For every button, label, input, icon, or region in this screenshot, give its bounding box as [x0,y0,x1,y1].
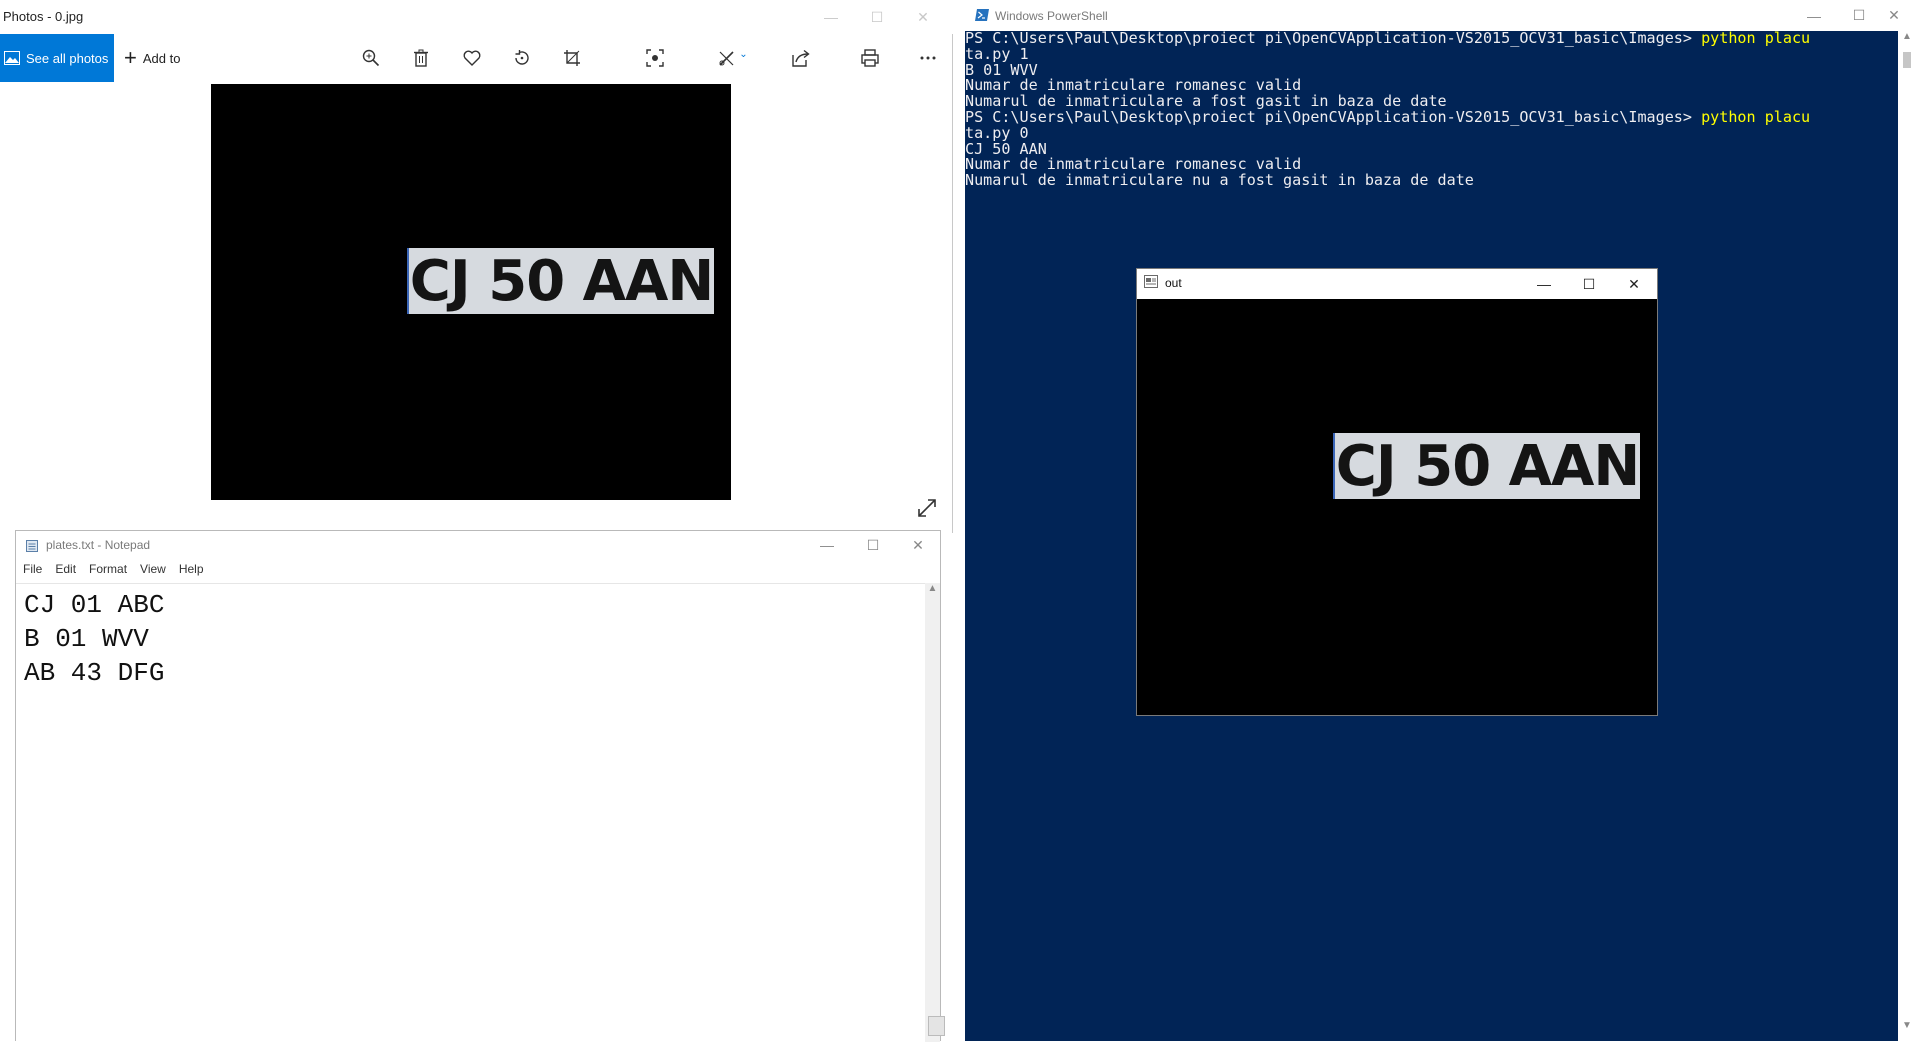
menu-edit[interactable]: Edit [48,559,82,581]
menu-help[interactable]: Help [172,559,210,581]
notepad-vertical-scrollbar[interactable] [925,583,940,1042]
add-to-label: Add to [142,50,181,66]
see-all-photos-label: See all photos [26,50,109,66]
maximize-icon: ☐ [870,8,884,25]
photos-title-bar[interactable]: Photos - 0.jpg — ☐ ✕ [0,0,953,34]
notepad-resize-grip[interactable] [928,1016,945,1036]
console-prompt: PS C:\Users\Paul\Desktop\proiect pi\Open… [965,29,1702,47]
out-minimize-button[interactable]: — [1521,269,1567,299]
powershell-window-title: Windows PowerShell [995,9,1108,23]
minimize-icon: — [820,537,834,553]
powershell-close-button[interactable]: ✕ [1871,0,1917,31]
window-app-icon [1144,275,1158,288]
more-icon[interactable] [915,45,941,71]
scroll-down-arrow-icon[interactable]: ▼ [1900,1020,1914,1038]
minimize-icon: — [1807,7,1821,24]
delete-icon[interactable] [408,45,434,71]
out-image [1137,299,1657,715]
console-line: PS C:\Users\Paul\Desktop\proiect pi\Open… [965,29,1895,47]
console-command: python placu [1701,29,1811,47]
console-prompt: PS C:\Users\Paul\Desktop\proiect pi\Open… [965,107,1702,126]
rotate-icon[interactable] [509,45,535,71]
close-icon: ✕ [917,8,929,25]
enhance-icon[interactable] [642,45,668,71]
notepad-title-bar[interactable]: plates.txt - Notepad — ☐ ✕ [16,531,940,559]
edit-create-button[interactable]: ⌄ [713,45,753,71]
console-line: Numarul de inmatriculare nu a fost gasit… [965,171,1474,190]
powershell-vertical-scrollbar[interactable] [1898,31,1917,1041]
favorite-icon[interactable] [459,45,485,71]
powershell-minimize-button[interactable]: — [1791,0,1837,31]
print-icon[interactable] [857,45,883,71]
menu-format[interactable]: Format [82,559,133,581]
out-maximize-button[interactable]: ☐ [1566,269,1612,299]
scroll-up-arrow-icon[interactable]: ▲ [1900,31,1914,49]
license-plate-image: CJ 50 AAN [1333,433,1640,499]
text-line: CJ 01 ABC [24,590,165,620]
scroll-up-arrow-icon[interactable]: ▲ [925,583,940,599]
notepad-maximize-button[interactable]: ☐ [850,531,896,559]
console-command: python placu [1701,107,1811,126]
menu-view[interactable]: View [133,559,172,581]
maximize-button[interactable]: ☐ [854,0,900,34]
chevron-down-icon: ⌄ [739,48,748,60]
close-icon: ✕ [1628,275,1640,292]
powershell-title-bar[interactable]: Windows PowerShell — ☐ ✕ [965,0,1917,31]
out-window-title: out [1165,276,1182,290]
photos-icon [4,51,20,65]
close-button[interactable]: ✕ [900,0,946,34]
plus-icon: + [124,45,137,70]
maximize-icon: ☐ [866,536,880,553]
license-plate-image: CJ 50 AAN [407,248,714,314]
notepad-content: CJ 01 ABC B 01 WVV AB 43 DFG [24,588,164,690]
see-all-photos-button[interactable]: See all photos [0,34,114,82]
minimize-button[interactable]: — [808,0,854,34]
notepad-close-button[interactable]: ✕ [895,531,941,559]
powershell-icon [975,9,989,21]
console-line: PS C:\Users\Paul\Desktop\proiect pi\Open… [965,107,1895,126]
edit-icon [719,51,734,66]
photos-window: Photos - 0.jpg — ☐ ✕ See all photos + Ad… [0,0,953,533]
notepad-menu-bar: File Edit Format View Help [16,559,940,581]
console-line: ta.py 1 [965,44,1029,63]
maximize-icon: ☐ [1582,275,1596,292]
crop-icon[interactable] [559,45,585,71]
console-line: ta.py 0 [965,123,1029,142]
menu-file[interactable]: File [16,559,48,581]
add-to-button[interactable]: + Add to [124,34,180,82]
fullscreen-icon[interactable] [916,497,938,519]
notepad-minimize-button[interactable]: — [804,531,850,559]
notepad-window-title: plates.txt - Notepad [46,538,151,552]
share-icon[interactable] [788,45,814,71]
close-icon: ✕ [912,536,924,553]
text-line: AB 43 DFG [24,658,165,688]
zoom-icon[interactable] [358,45,384,71]
minimize-icon: — [824,9,838,25]
minimize-icon: — [1537,276,1551,292]
maximize-icon: ☐ [1852,7,1866,23]
text-line: B 01 WVV [24,624,149,654]
notepad-text-area[interactable]: CJ 01 ABC B 01 WVV AB 43 DFG [16,583,929,1042]
scrollbar-thumb[interactable] [1903,52,1911,68]
powershell-console-output[interactable]: PS C:\Users\Paul\Desktop\proiect pi\Open… [965,29,1895,190]
out-close-button[interactable]: ✕ [1611,269,1657,299]
close-icon: ✕ [1888,7,1900,23]
notepad-icon [26,540,38,552]
photos-window-title: Photos - 0.jpg [3,9,84,24]
notepad-window: plates.txt - Notepad — ☐ ✕ File Edit For… [15,530,941,1042]
out-window: out — ☐ ✕ CJ 50 AAN [1136,268,1658,716]
